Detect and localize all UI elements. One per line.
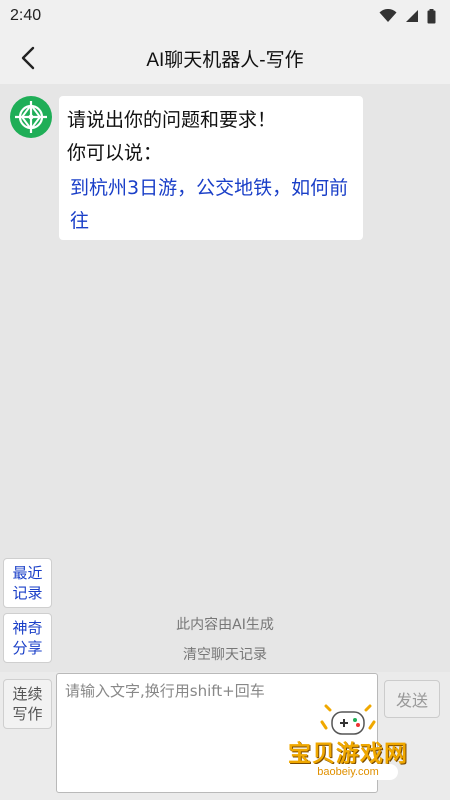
watermark-text: 宝贝游戏网 [288,741,408,767]
app-header: AI聊天机器人-写作 [0,32,450,84]
suggestion-link[interactable]: 到杭州3日游，公交地铁，如何前往 [67,172,355,238]
chevron-left-icon [21,46,35,70]
watermark-logo: 宝贝游戏网 baobeiy.com [278,704,418,784]
page-title: AI聊天机器人-写作 [146,49,304,71]
gamepad-icon [320,704,376,735]
battery-icon [427,8,436,23]
recent-records-button[interactable]: 最近记录 [3,558,52,608]
status-bar: 2:40 [0,0,450,32]
back-button[interactable] [12,42,44,74]
signal-icon [406,10,418,22]
chat-area[interactable]: 请说出你的问题和要求！ 你可以说： 到杭州3日游，公交地铁，如何前往 [0,84,450,672]
bot-avatar-icon [10,96,52,138]
status-time: 2:40 [10,7,42,24]
magic-share-button[interactable]: 神奇分享 [3,613,52,663]
bot-message-line: 请说出你的问题和要求！ [67,109,277,131]
watermark-url: baobeiy.com [298,764,398,780]
continuous-writing-button[interactable]: 连续写作 [3,679,52,729]
wifi-icon [379,9,397,22]
clear-chat-history-link[interactable]: 清空聊天记录 [120,644,330,664]
ai-generated-notice: 此内容由AI生成 [176,617,274,633]
bot-message-bubble: 请说出你的问题和要求！ 你可以说： 到杭州3日游，公交地铁，如何前往 [59,96,363,240]
bot-message-line: 你可以说： [67,142,163,164]
status-icons [379,8,436,24]
